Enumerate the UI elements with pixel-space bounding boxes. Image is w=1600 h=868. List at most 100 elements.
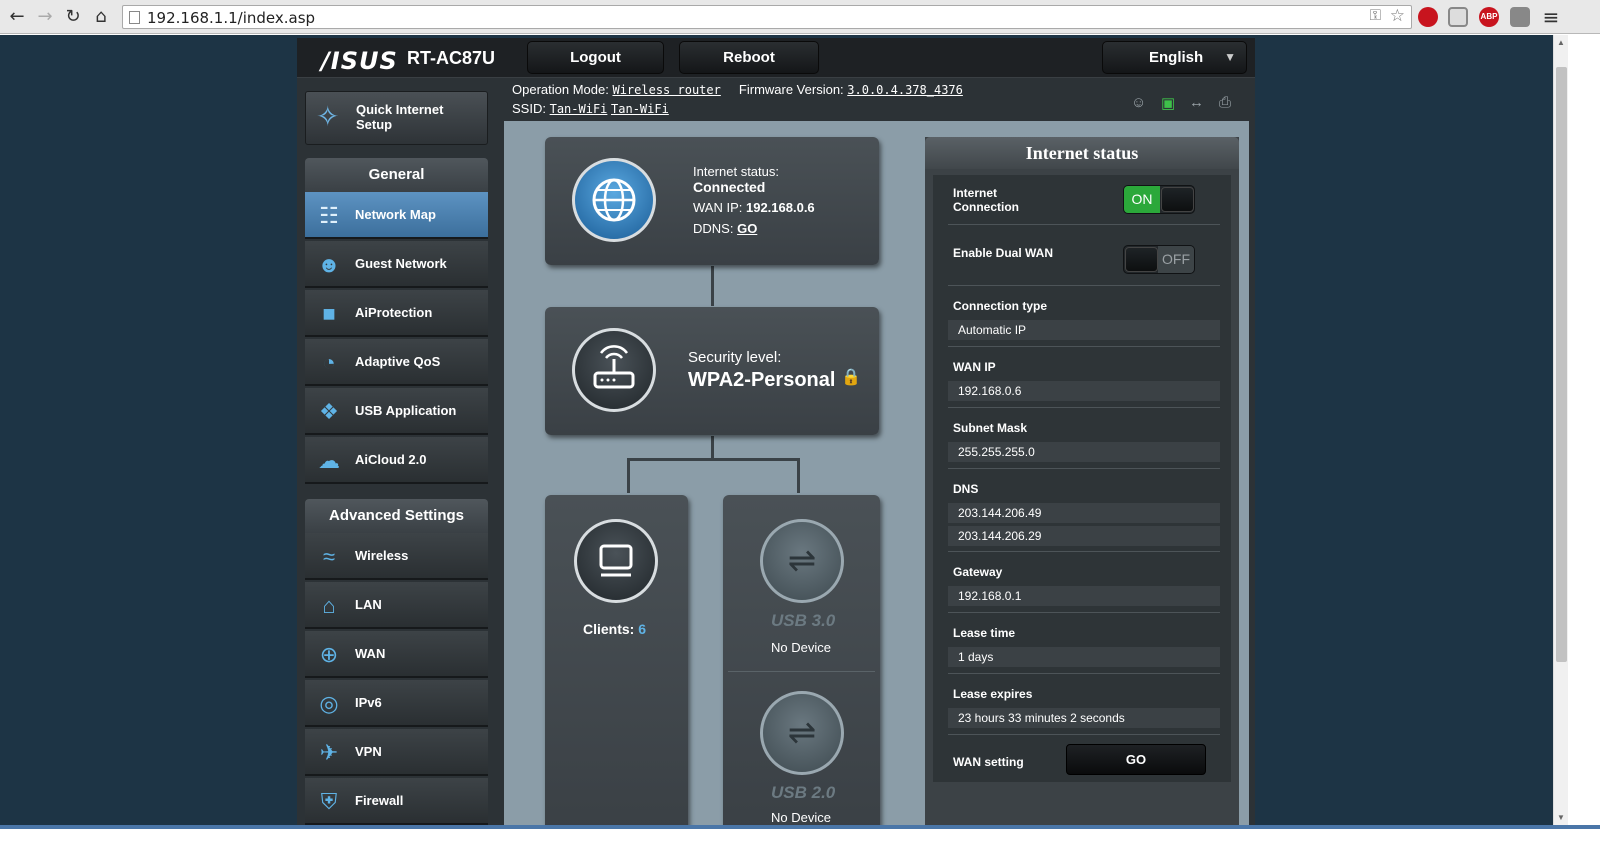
- usb-symbol-icon: ⇌: [787, 714, 817, 752]
- printer-icon[interactable]: ⎙: [1219, 94, 1231, 111]
- internet-connection-toggle[interactable]: ON: [1123, 185, 1195, 214]
- reload-icon[interactable]: ↻: [62, 6, 84, 28]
- divider: [948, 224, 1220, 225]
- sidebar-item-firewall[interactable]: ⛨ Firewall: [305, 778, 488, 825]
- sidebar-item-label: VPN: [355, 744, 382, 759]
- page-icon: [129, 11, 140, 24]
- ddns-go-link[interactable]: GO: [737, 221, 757, 236]
- clients-card[interactable]: Clients: 6: [545, 495, 688, 825]
- stop-extension-icon[interactable]: [1418, 7, 1438, 27]
- gateway-value: 192.168.0.1: [948, 586, 1220, 606]
- lease-time-label: Lease time: [953, 626, 1016, 640]
- language-select[interactable]: English ▼: [1102, 41, 1247, 74]
- sidebar-item-label: LAN: [355, 597, 382, 612]
- scroll-up-icon[interactable]: ▲: [1557, 38, 1565, 47]
- address-bar[interactable]: 192.168.1.1/index.asp ⚿ ☆: [122, 5, 1412, 29]
- divider: [948, 407, 1220, 408]
- ipv6-icon: ◎: [319, 691, 339, 716]
- wan-setting-go-button[interactable]: GO: [1066, 744, 1206, 775]
- status-icons: ☺ ▣ ↔ ⎙: [1131, 94, 1241, 114]
- usb-icon[interactable]: ↔: [1189, 94, 1204, 111]
- model-name: RT-AC87U: [407, 48, 496, 68]
- usb-2-icon[interactable]: ⇌: [760, 691, 844, 775]
- internet-status-content: Internet Connection ON Enable Dual WAN O…: [933, 175, 1231, 782]
- internet-status-value: Connected: [693, 179, 766, 195]
- adblock-icon[interactable]: ABP: [1479, 7, 1499, 27]
- globe-icon: ⊕: [319, 642, 339, 667]
- lease-expires-value: 23 hours 33 minutes 2 seconds: [948, 708, 1220, 728]
- sidebar-item-lan[interactable]: ⌂ LAN: [305, 582, 488, 629]
- reboot-button[interactable]: Reboot: [679, 41, 819, 74]
- sidebar-item-label: Adaptive QoS: [355, 354, 441, 369]
- divider: [948, 612, 1220, 613]
- devices-icon[interactable]: ▣: [1161, 94, 1175, 112]
- home-icon[interactable]: ⌂: [90, 6, 112, 28]
- magic-wand-icon: ✧: [316, 101, 340, 132]
- wan-ip-line: WAN IP: 192.168.0.6: [693, 200, 815, 215]
- usb-divider: [728, 671, 875, 672]
- sidebar-item-label: Wireless: [355, 548, 409, 563]
- scroll-down-icon[interactable]: ▼: [1557, 813, 1565, 822]
- router-icon[interactable]: [572, 328, 656, 412]
- download-extension-icon[interactable]: [1510, 7, 1530, 27]
- cast-icon[interactable]: [1448, 7, 1468, 27]
- url-text[interactable]: 192.168.1.1/index.asp: [147, 9, 315, 27]
- scrollbar-thumb[interactable]: [1556, 67, 1567, 662]
- sidebar-item-vpn[interactable]: ✈ VPN: [305, 729, 488, 776]
- lock-icon: 🔒: [841, 369, 861, 386]
- sidebar-item-aiprotection[interactable]: ■ AiProtection: [305, 290, 488, 337]
- router-ui: /ISUS RT-AC87U Logout Reboot English ▼ O…: [297, 38, 1255, 825]
- toggle-on-label: ON: [1124, 186, 1160, 213]
- sidebar-item-ipv6[interactable]: ◎ IPv6: [305, 680, 488, 727]
- divider: [948, 551, 1220, 552]
- router-card[interactable]: Security level: WPA2-Personal 🔒: [545, 307, 879, 435]
- sidebar-item-guest-network[interactable]: ☻ Guest Network: [305, 241, 488, 288]
- usb-3-icon[interactable]: ⇌: [760, 519, 844, 603]
- wan-ip-label: WAN IP: [953, 360, 996, 374]
- menu-icon[interactable]: ≡: [1540, 6, 1562, 28]
- lock-icon: ■: [322, 301, 336, 326]
- ssid-link-2[interactable]: Tan-WiFi: [611, 102, 669, 116]
- forward-icon[interactable]: →: [34, 6, 56, 28]
- wan-ip-value: 192.168.0.6: [745, 200, 815, 215]
- monitor-icon[interactable]: [574, 519, 658, 603]
- divider: [948, 734, 1220, 735]
- usb-3-status: No Device: [771, 640, 831, 655]
- ddns-label: DDNS:: [693, 221, 734, 236]
- quick-internet-setup-button[interactable]: ✧ Quick Internet Setup: [305, 91, 488, 145]
- internet-connection-label: Internet Connection: [953, 186, 1019, 214]
- logout-button[interactable]: Logout: [527, 41, 664, 74]
- clients-count[interactable]: 6: [638, 621, 646, 637]
- sidebar-item-label: IPv6: [355, 695, 382, 710]
- operation-mode-line: Operation Mode: Wireless router Firmware…: [512, 82, 963, 97]
- globe-icon[interactable]: [572, 158, 656, 242]
- wifi-icon: ≈: [322, 544, 336, 569]
- dns-label: DNS: [953, 482, 979, 496]
- sidebar-item-wan[interactable]: ⊕ WAN: [305, 631, 488, 678]
- connection-type-value: Automatic IP: [948, 320, 1220, 340]
- page-scrollbar[interactable]: ▲ ▼: [1553, 35, 1568, 825]
- clients-label: Clients:: [583, 621, 635, 637]
- sidebar-item-aicloud[interactable]: ☁ AiCloud 2.0: [305, 437, 488, 484]
- internet-card[interactable]: Internet status: Connected WAN IP: 192.1…: [545, 137, 879, 265]
- sidebar-item-network-map[interactable]: ☷ Network Map: [305, 192, 488, 239]
- sidebar-item-adaptive-qos[interactable]: ◔ Adaptive QoS: [305, 339, 488, 386]
- back-icon[interactable]: ←: [6, 6, 28, 28]
- vpn-icon: ✈: [319, 740, 339, 765]
- page-background: /ISUS RT-AC87U Logout Reboot English ▼ O…: [0, 35, 1553, 825]
- shield-icon: ⛨: [320, 789, 338, 814]
- ssid-label: SSID:: [512, 101, 546, 116]
- op-mode-link[interactable]: Wireless router: [612, 83, 720, 97]
- star-icon[interactable]: ☆: [1390, 6, 1405, 26]
- users-icon[interactable]: ☺: [1131, 94, 1146, 111]
- guest-network-icon: ☻: [317, 252, 341, 277]
- toggle-knob: [1125, 247, 1158, 272]
- firmware-link[interactable]: 3.0.0.4.378_4376: [847, 83, 963, 97]
- ssid-link-1[interactable]: Tan-WiFi: [550, 102, 608, 116]
- ssid-line: SSID: Tan-WiFi Tan-WiFi: [512, 101, 669, 116]
- key-icon[interactable]: ⚿: [1370, 7, 1381, 24]
- dual-wan-toggle[interactable]: OFF: [1123, 245, 1195, 274]
- sidebar-item-label: AiCloud 2.0: [355, 452, 427, 467]
- sidebar-item-usb-application[interactable]: ❖ USB Application: [305, 388, 488, 435]
- sidebar-item-wireless[interactable]: ≈ Wireless: [305, 533, 488, 580]
